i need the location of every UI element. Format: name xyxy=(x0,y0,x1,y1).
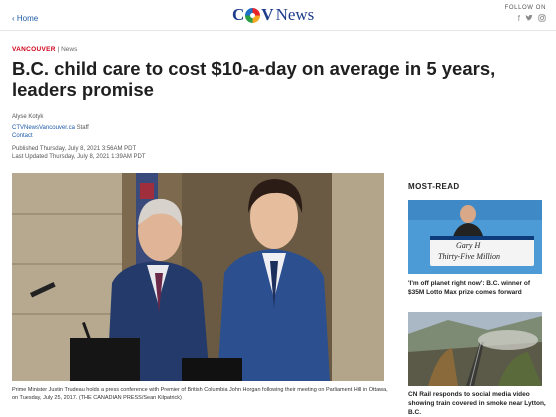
subsection-link[interactable]: News xyxy=(61,46,77,53)
cheque-line-1: Gary H xyxy=(456,241,481,250)
chevron-left-icon: ‹ xyxy=(12,14,15,23)
author-role: Staff xyxy=(74,125,89,131)
most-read-link-2[interactable]: CN Rail responds to social media video s… xyxy=(408,390,548,417)
section-label: VANCOUVER | News xyxy=(12,46,78,53)
logo-letter-v: V xyxy=(261,5,274,24)
instagram-icon[interactable] xyxy=(538,14,546,24)
top-bar: ‹ Home C V News FOLLOW ON f xyxy=(0,0,556,31)
article-headline: B.C. child care to cost $10-a-day on ave… xyxy=(12,58,496,100)
most-read-link-1[interactable]: 'I'm off planet right now': B.C. winner … xyxy=(408,279,548,297)
logo-letter-c: C xyxy=(232,5,245,24)
press-conference-image xyxy=(12,173,384,381)
author-name: Alyse Kotyk xyxy=(12,114,44,120)
home-link-label: Home xyxy=(16,14,39,23)
ctv-news-logo[interactable]: C V News xyxy=(232,6,314,24)
contact-link[interactable]: Contact xyxy=(12,133,33,139)
logo-news-text: News xyxy=(275,5,315,24)
home-link[interactable]: ‹ Home xyxy=(12,14,38,23)
updated-date: Last Updated Thursday, July 8, 2021 1:39… xyxy=(12,154,146,160)
facebook-icon[interactable]: f xyxy=(518,14,520,24)
ctv-logo-icon xyxy=(245,7,261,23)
author-affiliation: CTVNewsVancouver.ca Staff xyxy=(12,125,89,131)
follow-label: FOLLOW ON xyxy=(504,5,546,11)
photo-caption: Prime Minister Justin Trudeau holds a pr… xyxy=(12,387,388,401)
most-read-image-2[interactable] xyxy=(408,312,542,386)
section-link[interactable]: VANCOUVER xyxy=(12,46,56,53)
published-date: Published Thursday, July 8, 2021 3:56AM … xyxy=(12,146,137,152)
social-links: f xyxy=(518,14,546,24)
article-photo[interactable] xyxy=(12,173,384,381)
most-read-image-1[interactable]: Gary H Thirty-Five Million xyxy=(408,200,542,274)
twitter-icon[interactable] xyxy=(525,14,533,24)
most-read-title: MOST-READ xyxy=(408,182,460,191)
cheque-line-2: Thirty-Five Million xyxy=(438,252,500,261)
author-email-link[interactable]: CTVNewsVancouver.ca xyxy=(12,125,75,131)
